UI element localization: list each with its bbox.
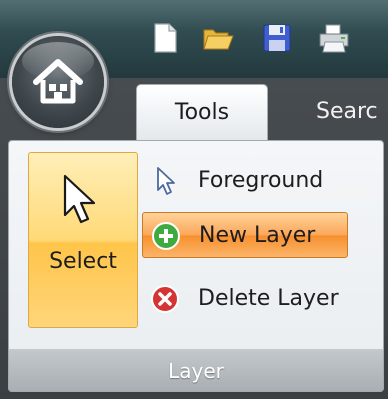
pointer-icon <box>150 166 180 196</box>
print-icon[interactable] <box>318 22 349 54</box>
select-button-label: Select <box>49 249 117 274</box>
save-disk-icon[interactable] <box>262 22 292 54</box>
new-layer-button[interactable]: New Layer <box>142 212 348 258</box>
group-label: Layer <box>168 359 224 383</box>
home-icon <box>30 54 86 110</box>
open-folder-icon[interactable] <box>202 22 234 54</box>
layer-group-footer: Layer <box>8 349 384 392</box>
ribbon-window: Tools Searc Select Foreground New Layer … <box>0 0 388 399</box>
new-layer-button-label: New Layer <box>199 223 316 248</box>
delete-layer-button[interactable]: Delete Layer <box>142 276 370 322</box>
new-document-icon[interactable] <box>150 22 180 54</box>
foreground-button[interactable]: Foreground <box>142 158 370 204</box>
delete-circle-icon <box>150 284 180 314</box>
application-button[interactable] <box>12 36 104 128</box>
arrow-cursor-icon <box>59 173 103 229</box>
tab-search[interactable]: Searc <box>298 84 388 140</box>
delete-layer-button-label: Delete Layer <box>198 286 339 311</box>
select-button[interactable]: Select <box>28 152 138 328</box>
foreground-button-label: Foreground <box>198 168 324 193</box>
add-circle-icon <box>151 221 181 251</box>
tab-tools[interactable]: Tools <box>136 84 268 140</box>
